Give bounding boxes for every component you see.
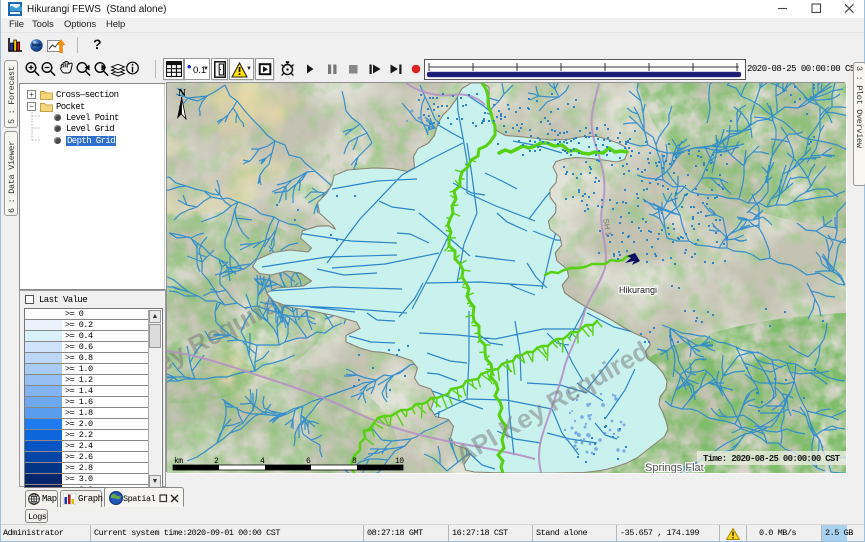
svg-text:N: N — [178, 87, 186, 99]
svg-text:Hikurangi: Hikurangi — [619, 285, 657, 295]
svg-text:Springs Flat: Springs Flat — [645, 462, 704, 473]
svg-text:Time: 2020-08-25 00:00:00 CST: Time: 2020-08-25 00:00:00 CST — [703, 454, 841, 464]
